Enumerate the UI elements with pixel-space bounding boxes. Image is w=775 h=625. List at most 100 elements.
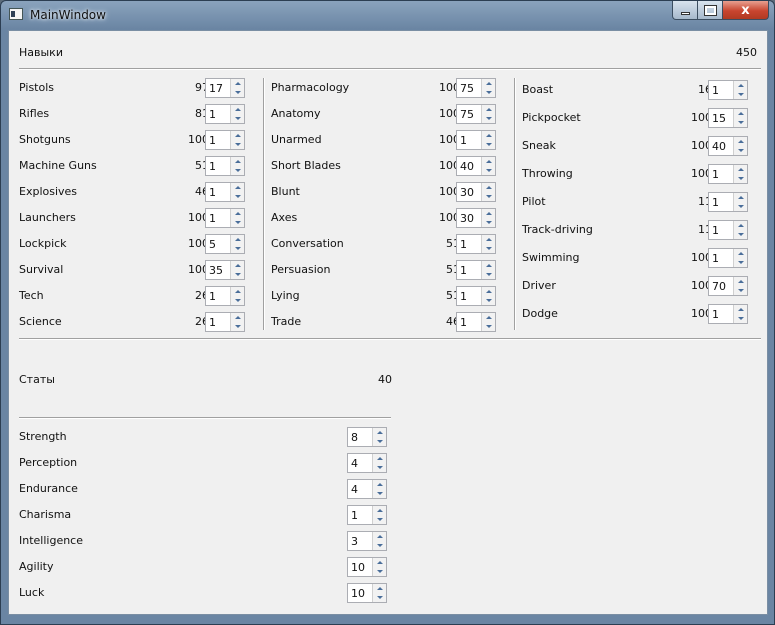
arrow-down-icon[interactable] <box>735 258 746 266</box>
skill-swimming-spinbox[interactable]: 1 <box>708 248 748 268</box>
skill-axes-spinbox[interactable]: 30 <box>456 208 496 228</box>
skill-rifles-spinbox[interactable]: 1 <box>205 104 245 124</box>
skill-unarmed-spinbox-value[interactable]: 1 <box>460 134 467 147</box>
skill-science-spinbox[interactable]: 1 <box>205 312 245 332</box>
skill-sneak-spinbox[interactable]: 40 <box>708 136 748 156</box>
skill-blunt-spinbox[interactable]: 30 <box>456 182 496 202</box>
arrow-up-icon[interactable] <box>232 235 243 243</box>
arrow-down-icon[interactable] <box>374 463 385 471</box>
arrow-up-icon[interactable] <box>483 183 494 191</box>
skill-pickpocket-spinbox[interactable]: 15 <box>708 108 748 128</box>
skill-shotguns-spinbox[interactable]: 1 <box>205 130 245 150</box>
skill-survival-spinbox-value[interactable]: 35 <box>209 264 223 277</box>
arrow-down-icon[interactable] <box>232 244 243 252</box>
skill-conversation-spinbox[interactable]: 1 <box>456 234 496 254</box>
skill-pickpocket-spinbox-value[interactable]: 15 <box>712 112 726 125</box>
arrow-down-icon[interactable] <box>232 192 243 200</box>
skill-axes-spinbox-value[interactable]: 30 <box>460 212 474 225</box>
skill-lockpick-spinbox[interactable]: 5 <box>205 234 245 254</box>
arrow-down-icon[interactable] <box>374 567 385 575</box>
skill-blunt-spinbox-value[interactable]: 30 <box>460 186 474 199</box>
maximize-button[interactable] <box>698 1 723 20</box>
skill-short-blades-spinbox-value[interactable]: 40 <box>460 160 474 173</box>
skill-driver-spinbox[interactable]: 70 <box>708 276 748 296</box>
skill-trade-spinbox[interactable]: 1 <box>456 312 496 332</box>
minimize-button[interactable] <box>672 1 698 20</box>
arrow-down-icon[interactable] <box>483 218 494 226</box>
stat-luck-spinbox-value[interactable]: 10 <box>351 587 365 600</box>
arrow-up-icon[interactable] <box>232 157 243 165</box>
skill-launchers-spinbox-value[interactable]: 1 <box>209 212 216 225</box>
arrow-up-icon[interactable] <box>483 287 494 295</box>
skill-rifles-spinbox-value[interactable]: 1 <box>209 108 216 121</box>
arrow-up-icon[interactable] <box>374 480 385 488</box>
skill-lying-spinbox-value[interactable]: 1 <box>460 290 467 303</box>
skill-boast-spinbox-value[interactable]: 1 <box>712 84 719 97</box>
arrow-down-icon[interactable] <box>735 230 746 238</box>
arrow-down-icon[interactable] <box>735 118 746 126</box>
arrow-up-icon[interactable] <box>735 305 746 313</box>
arrow-down-icon[interactable] <box>232 166 243 174</box>
arrow-down-icon[interactable] <box>735 90 746 98</box>
arrow-up-icon[interactable] <box>735 137 746 145</box>
skill-short-blades-spinbox[interactable]: 40 <box>456 156 496 176</box>
arrow-down-icon[interactable] <box>483 244 494 252</box>
skill-conversation-spinbox-value[interactable]: 1 <box>460 238 467 251</box>
skill-machine-guns-spinbox-value[interactable]: 1 <box>209 160 216 173</box>
arrow-down-icon[interactable] <box>232 296 243 304</box>
arrow-down-icon[interactable] <box>735 314 746 322</box>
arrow-down-icon[interactable] <box>232 88 243 96</box>
arrow-down-icon[interactable] <box>232 114 243 122</box>
arrow-down-icon[interactable] <box>735 202 746 210</box>
arrow-up-icon[interactable] <box>232 209 243 217</box>
stat-agility-spinbox-value[interactable]: 10 <box>351 561 365 574</box>
skill-anatomy-spinbox-value[interactable]: 75 <box>460 108 474 121</box>
arrow-up-icon[interactable] <box>483 261 494 269</box>
skill-machine-guns-spinbox[interactable]: 1 <box>205 156 245 176</box>
skill-tech-spinbox-value[interactable]: 1 <box>209 290 216 303</box>
arrow-up-icon[interactable] <box>735 193 746 201</box>
arrow-up-icon[interactable] <box>483 235 494 243</box>
arrow-down-icon[interactable] <box>232 140 243 148</box>
arrow-up-icon[interactable] <box>483 157 494 165</box>
skill-throwing-spinbox[interactable]: 1 <box>708 164 748 184</box>
stat-perception-spinbox[interactable]: 4 <box>347 453 387 473</box>
skill-persuasion-spinbox-value[interactable]: 1 <box>460 264 467 277</box>
skill-unarmed-spinbox[interactable]: 1 <box>456 130 496 150</box>
skill-pharmacology-spinbox[interactable]: 75 <box>456 78 496 98</box>
stat-charisma-spinbox-value[interactable]: 1 <box>351 509 358 522</box>
arrow-up-icon[interactable] <box>374 532 385 540</box>
arrow-up-icon[interactable] <box>735 249 746 257</box>
skill-tech-spinbox[interactable]: 1 <box>205 286 245 306</box>
arrow-down-icon[interactable] <box>483 114 494 122</box>
arrow-down-icon[interactable] <box>483 166 494 174</box>
skill-sneak-spinbox-value[interactable]: 40 <box>712 140 726 153</box>
arrow-up-icon[interactable] <box>735 165 746 173</box>
skill-survival-spinbox[interactable]: 35 <box>205 260 245 280</box>
skill-science-spinbox-value[interactable]: 1 <box>209 316 216 329</box>
arrow-down-icon[interactable] <box>232 270 243 278</box>
arrow-down-icon[interactable] <box>735 286 746 294</box>
arrow-down-icon[interactable] <box>232 218 243 226</box>
stat-intelligence-spinbox-value[interactable]: 3 <box>351 535 358 548</box>
skill-driver-spinbox-value[interactable]: 70 <box>712 280 726 293</box>
stat-charisma-spinbox[interactable]: 1 <box>347 505 387 525</box>
stat-endurance-spinbox[interactable]: 4 <box>347 479 387 499</box>
skill-trade-spinbox-value[interactable]: 1 <box>460 316 467 329</box>
arrow-up-icon[interactable] <box>232 105 243 113</box>
arrow-up-icon[interactable] <box>483 313 494 321</box>
arrow-up-icon[interactable] <box>483 131 494 139</box>
arrow-down-icon[interactable] <box>483 140 494 148</box>
stat-endurance-spinbox-value[interactable]: 4 <box>351 483 358 496</box>
arrow-up-icon[interactable] <box>232 313 243 321</box>
skill-throwing-spinbox-value[interactable]: 1 <box>712 168 719 181</box>
skill-dodge-spinbox-value[interactable]: 1 <box>712 308 719 321</box>
stat-luck-spinbox[interactable]: 10 <box>347 583 387 603</box>
arrow-down-icon[interactable] <box>374 541 385 549</box>
skill-boast-spinbox[interactable]: 1 <box>708 80 748 100</box>
skill-dodge-spinbox[interactable]: 1 <box>708 304 748 324</box>
arrow-down-icon[interactable] <box>483 296 494 304</box>
skill-persuasion-spinbox[interactable]: 1 <box>456 260 496 280</box>
skill-explosives-spinbox-value[interactable]: 1 <box>209 186 216 199</box>
skill-pistols-spinbox[interactable]: 17 <box>205 78 245 98</box>
